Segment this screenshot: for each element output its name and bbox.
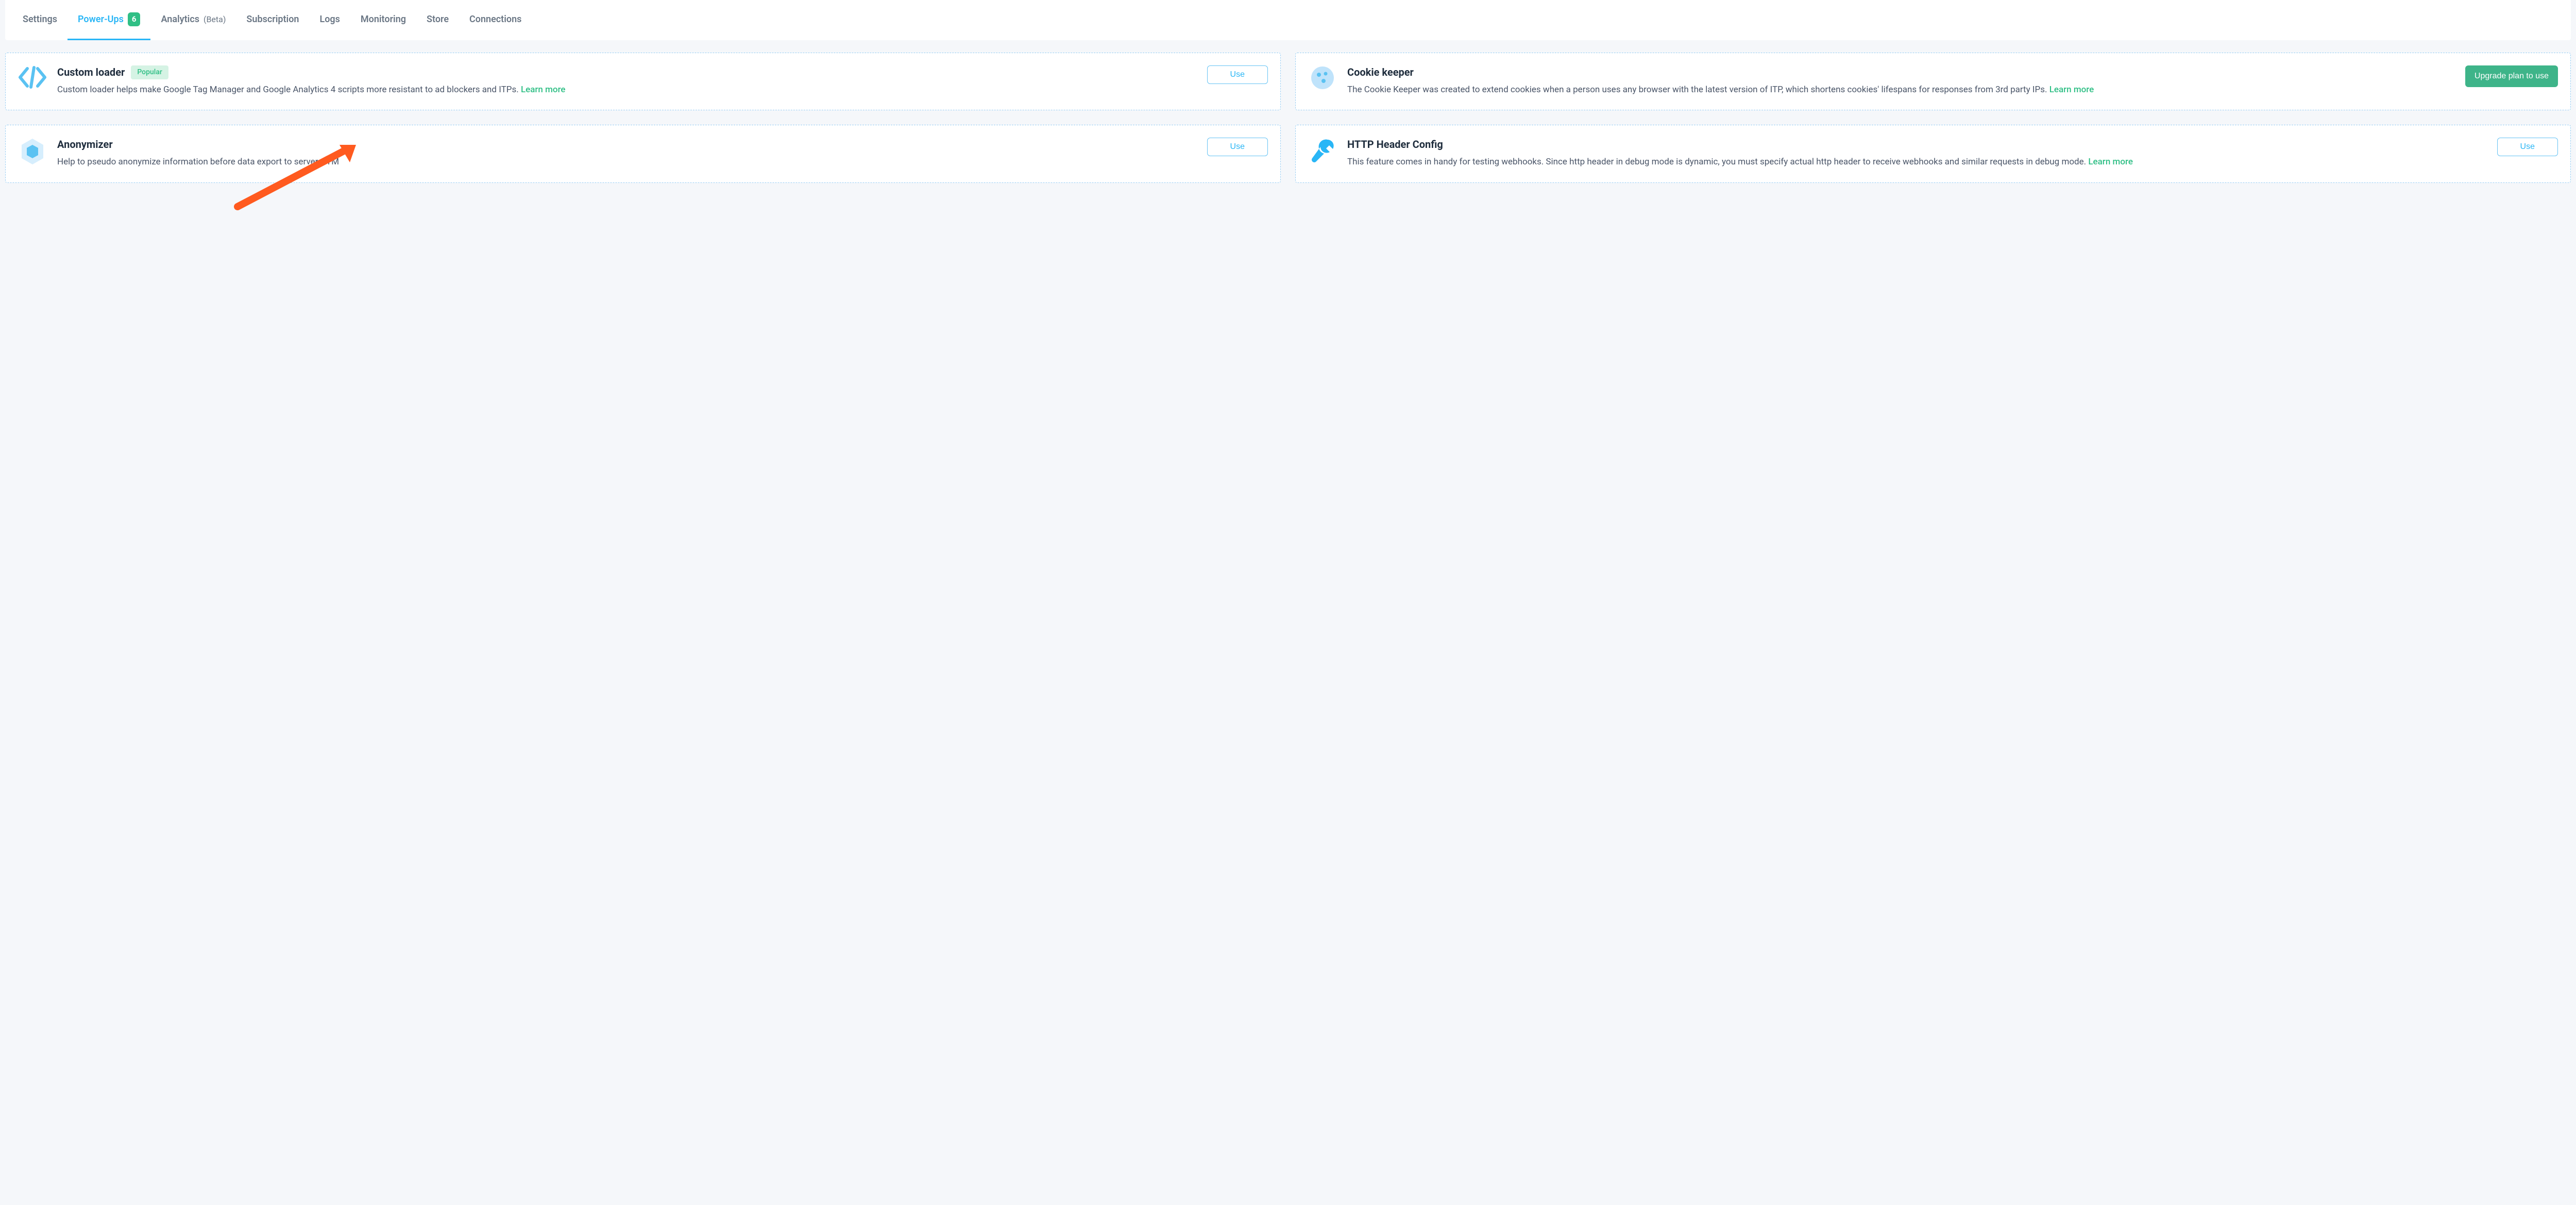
learn-more-link[interactable]: Learn more [2088, 157, 2133, 167]
card-title: Cookie keeper [1347, 64, 1414, 80]
tab-connections[interactable]: Connections [459, 0, 532, 40]
card-title: HTTP Header Config [1347, 137, 1443, 152]
tab-label: Settings [23, 12, 57, 26]
card-title: Custom loader [57, 64, 125, 80]
card-http-header-config: HTTP Header Config This feature comes in… [1295, 125, 2571, 182]
card-description: Help to pseudo anonymize information bef… [57, 155, 1198, 169]
tab-settings[interactable]: Settings [12, 0, 67, 40]
tab-label: Monitoring [361, 12, 406, 26]
upgrade-button[interactable]: Upgrade plan to use [2465, 65, 2558, 87]
tab-label: Subscription [246, 12, 299, 26]
card-description: The Cookie Keeper was created to extend … [1347, 83, 2456, 96]
tab-subscription[interactable]: Subscription [236, 0, 309, 40]
use-button[interactable]: Use [2497, 138, 2558, 156]
card-cookie-keeper: Cookie keeper The Cookie Keeper was crea… [1295, 53, 2571, 110]
wrench-icon [1307, 137, 1338, 169]
tab-suffix: (Beta) [204, 13, 226, 26]
use-button[interactable]: Use [1207, 65, 1268, 84]
card-title: Anonymizer [57, 137, 113, 152]
card-description: This feature comes in handy for testing … [1347, 155, 2488, 169]
tab-label: Connections [469, 12, 521, 26]
tab-monitoring[interactable]: Monitoring [350, 0, 416, 40]
code-icon [17, 64, 48, 96]
card-description: Custom loader helps make Google Tag Mana… [57, 83, 1198, 96]
tab-store[interactable]: Store [416, 0, 459, 40]
cookie-icon [1307, 64, 1338, 96]
tab-label: Store [427, 12, 449, 26]
popular-badge: Popular [131, 65, 168, 79]
card-anonymizer: Anonymizer Help to pseudo anonymize info… [5, 125, 1281, 182]
use-button[interactable]: Use [1207, 138, 1268, 156]
hexagon-icon [17, 137, 48, 169]
badge-count: 6 [128, 12, 141, 26]
tab-analytics[interactable]: Analytics (Beta) [150, 0, 236, 40]
learn-more-link[interactable]: Learn more [521, 85, 566, 95]
learn-more-link[interactable]: Learn more [2049, 85, 2094, 95]
card-custom-loader: Custom loader Popular Custom loader help… [5, 53, 1281, 110]
tabs-bar: Settings Power-Ups 6 Analytics (Beta) Su… [5, 0, 2571, 40]
tab-label: Logs [319, 12, 340, 26]
tab-power-ups[interactable]: Power-Ups 6 [67, 0, 150, 40]
tab-logs[interactable]: Logs [309, 0, 350, 40]
tab-label: Analytics [161, 12, 199, 26]
tab-label: Power-Ups [78, 12, 124, 26]
cards-grid: Custom loader Popular Custom loader help… [5, 53, 2571, 183]
